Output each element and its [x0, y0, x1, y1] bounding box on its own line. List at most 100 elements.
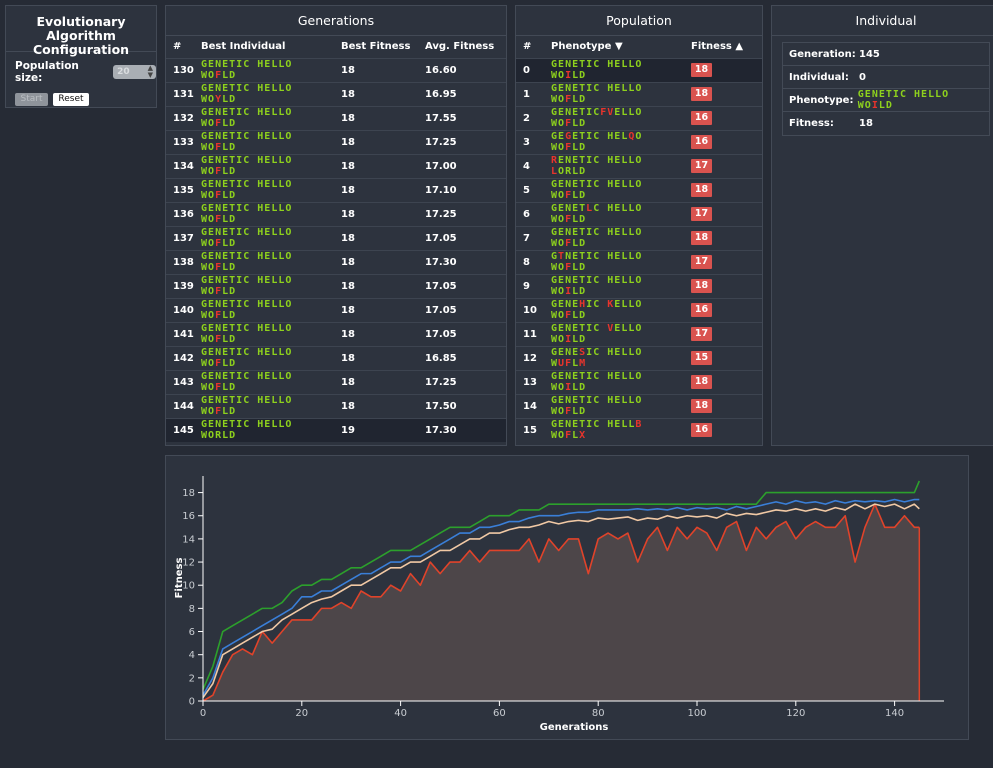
phenotype-char: D [229, 262, 237, 273]
population-row[interactable]: 11 GENETIC VELLO WOILD 17 [516, 321, 762, 346]
generation-row[interactable]: 141 GENETIC HELLO WOFLD 18 17.05 [166, 321, 506, 346]
phenotype-char: E [558, 179, 566, 190]
individual-generation-row: Generation: 145 [783, 43, 989, 66]
individual-phenotype-row: Phenotype: GENETIC HELLO WOILD [783, 89, 989, 112]
phenotype-char: O [635, 251, 643, 262]
reset-button[interactable]: Reset [53, 93, 89, 106]
population-phenotype: GENETIC VELLO WOILD [544, 321, 684, 346]
phenotype-char: W [201, 142, 209, 153]
phenotype-char: D [229, 406, 237, 417]
generation-row[interactable]: 137 GENETIC HELLO WOFLD 18 17.05 [166, 225, 506, 250]
phenotype-char: W [201, 286, 209, 297]
population-row[interactable]: 12 GENESIC HELLO WUFLM 15 [516, 345, 762, 370]
col-avg-fitness: Avg. Fitness [425, 41, 495, 53]
phenotype-char: E [864, 89, 872, 100]
population-index: 12 [516, 345, 544, 370]
generation-best-individual: GENETIC HELLO WOFLD [194, 297, 334, 322]
population-row[interactable]: 5 GENETIC HELLO WOFLD 18 [516, 177, 762, 202]
population-fitness: 17 [684, 249, 762, 274]
phenotype-char: O [558, 406, 566, 417]
population-row[interactable]: 13 GENETIC HELLO WOILD 18 [516, 369, 762, 394]
population-size-select[interactable]: 20 ▲ ▼ [113, 65, 156, 79]
col-phenotype[interactable]: Phenotype ▼ [544, 36, 684, 58]
population-row[interactable]: 8 GTNETIC HELLO WOFLD 17 [516, 249, 762, 274]
phenotype-char: D [579, 286, 587, 297]
generation-best-individual: GENETIC HELLO WOFLD [194, 105, 334, 130]
generation-row[interactable]: 138 GENETIC HELLO WOFLD 18 17.30 [166, 249, 506, 274]
population-row[interactable]: 2 GENETICFVELLO WOFLD 16 [516, 105, 762, 130]
generation-row[interactable]: 130 GENETIC HELLO WOFLD 18 16.60 [166, 57, 506, 82]
fitness-badge: 18 [691, 63, 712, 77]
generation-row[interactable]: 144 GENETIC HELLO WOFLD 18 17.50 [166, 393, 506, 418]
fitness-chart-panel: 0 20 40 60 80 100 120 140 0 2 4 6 8 10 12 14 16 18 Genera… [165, 455, 969, 740]
generation-avg-fitness: 16.85 [418, 345, 506, 370]
generation-row[interactable]: 132 GENETIC HELLO WOFLD 18 17.55 [166, 105, 506, 130]
generation-row[interactable]: 143 GENETIC HELLO WOFLD 18 17.25 [166, 369, 506, 394]
population-phenotype: GENETICFVELLO WOFLD [544, 105, 684, 130]
phenotype-char: O [558, 70, 566, 81]
population-row[interactable]: 15 GENETIC HELLB WOFLX 16 [516, 417, 762, 442]
phenotype-char: O [635, 107, 643, 118]
phenotype-char: G [201, 419, 209, 431]
phenotype-char: D [579, 262, 587, 273]
phenotype-char: W [201, 262, 209, 273]
col-fitness[interactable]: Fitness ▲ [684, 36, 762, 58]
generation-best-fitness: 18 [334, 321, 418, 346]
generation-best-individual: GENETIC HELLO WOFLD [194, 153, 334, 178]
generation-label: Generation: [789, 48, 856, 60]
population-row[interactable]: 6 GENETLC HELLO WOFLD 17 [516, 201, 762, 226]
phenotype-char: T [558, 251, 566, 262]
generation-best-fitness: 18 [334, 345, 418, 370]
phenotype-char: E [208, 275, 216, 286]
generation-row[interactable]: 145 GENETIC HELLO WORLD 19 17.30 [166, 417, 506, 442]
population-size-row: Population size: 20 ▲ ▼ [6, 60, 156, 84]
generation-row[interactable]: 134 GENETIC HELLO WOFLD 18 17.00 [166, 153, 506, 178]
fitness-badge: 18 [691, 231, 712, 245]
phenotype-char: G [551, 419, 559, 431]
phenotype-char: W [551, 142, 559, 153]
population-row[interactable]: 10 GENEHIC KELLO WOFLD 16 [516, 297, 762, 322]
generation-row[interactable]: 139 GENETIC HELLO WOFLD 18 17.05 [166, 273, 506, 298]
generation-row[interactable]: 135 GENETIC HELLO WOFLD 18 17.10 [166, 177, 506, 202]
phenotype-char: O [285, 419, 293, 431]
generation-row[interactable]: 142 GENETIC HELLO WOFLD 18 16.85 [166, 345, 506, 370]
phenotype-char: G [201, 131, 209, 142]
generation-row[interactable]: 131 GENETIC HELLO WOYLD 18 16.95 [166, 81, 506, 106]
generation-row[interactable]: 136 GENETIC HELLO WOFLD 18 17.25 [166, 201, 506, 226]
population-row[interactable]: 3 GEGETIC HELQO WOFLD 16 [516, 129, 762, 154]
generation-best-fitness: 18 [334, 201, 418, 226]
phenotype-char: G [201, 59, 209, 70]
phenotype-char: O [558, 142, 566, 153]
phenotype-char: E [558, 299, 566, 310]
phenotype-char: O [208, 70, 216, 81]
population-row[interactable]: 9 GENETIC HELLO WOILD 18 [516, 273, 762, 298]
phenotype-char: E [208, 59, 216, 70]
phenotype-char: D [229, 382, 237, 393]
generation-row[interactable]: 133 GENETIC HELLO WOFLD 18 17.25 [166, 129, 506, 154]
generation-best-individual: GENETIC HELLO WOFLD [194, 129, 334, 154]
phenotype-char: W [551, 70, 559, 81]
population-row[interactable]: 14 GENETIC HELLO WOFLD 18 [516, 393, 762, 418]
population-fitness: 16 [684, 129, 762, 154]
population-phenotype: GENETIC HELLO WOFLD [544, 393, 684, 418]
phenotype-char: D [229, 214, 237, 225]
generation-avg-fitness: 17.05 [418, 225, 506, 250]
population-row[interactable]: 1 GENETIC HELLO WOFLD 18 [516, 81, 762, 106]
fitness-badge: 16 [691, 423, 712, 438]
start-button[interactable]: Start [15, 93, 48, 106]
phenotype-char: O [208, 166, 216, 177]
population-row[interactable]: 4 RENETIC HELLO LORLD 17 [516, 153, 762, 178]
generation-best-individual: GENETIC HELLO WOFLD [194, 177, 334, 202]
phenotype-char: W [201, 358, 209, 369]
population-row[interactable]: 7 GENETIC HELLO WOFLD 18 [516, 225, 762, 250]
phenotype-char: O [208, 334, 216, 345]
phenotype-char: O [208, 118, 216, 129]
fitness-label: Fitness: [789, 118, 834, 129]
phenotype-char: O [208, 430, 216, 442]
generation-row[interactable]: 140 GENETIC HELLO WOFLD 18 17.05 [166, 297, 506, 322]
population-row[interactable]: 0 GENETIC HELLO WOILD 18 [516, 57, 762, 82]
phenotype-char: G [201, 323, 209, 334]
y-tick-label: 0 [189, 697, 195, 708]
generation-number: 138 [166, 249, 194, 274]
phenotype-char: G [201, 83, 209, 94]
